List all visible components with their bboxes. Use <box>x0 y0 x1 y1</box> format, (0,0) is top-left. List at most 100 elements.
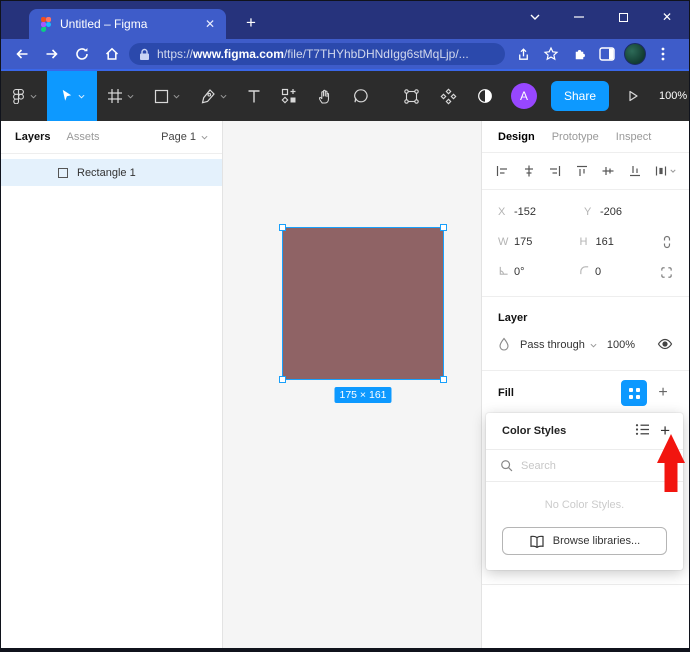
style-list-icon[interactable] <box>635 423 650 439</box>
text-icon <box>248 89 260 102</box>
corner-radius-field[interactable]: 0 <box>579 265 660 279</box>
inspector-panel: Design Prototype Inspect X -152 Y -206 W… <box>481 121 689 648</box>
visibility-eye-icon[interactable] <box>657 338 673 353</box>
book-icon <box>530 535 544 548</box>
independent-corners-icon[interactable] <box>660 266 673 279</box>
side-panel-icon[interactable] <box>593 41 621 67</box>
fill-styles-button[interactable] <box>621 380 647 406</box>
back-button[interactable] <box>7 41 37 67</box>
x-position-field[interactable]: X -152 <box>498 206 584 218</box>
browser-menu-icon[interactable] <box>649 41 677 67</box>
resize-handle-bottom-right[interactable] <box>440 376 447 383</box>
browser-profile-avatar[interactable] <box>624 43 646 65</box>
chevron-down-icon <box>590 343 597 348</box>
zoom-menu[interactable]: 100% <box>651 90 689 102</box>
color-styles-popup: Color Styles + No Color Styles. Browse <box>486 413 683 570</box>
fill-section-title: Fill <box>498 387 514 399</box>
annotation-arrow-icon <box>657 434 685 492</box>
blend-mode-select[interactable]: Pass through <box>520 339 585 351</box>
figma-main-menu[interactable] <box>1 71 47 121</box>
chevron-down-icon <box>127 94 134 99</box>
frame-tool[interactable] <box>97 71 144 121</box>
lock-icon <box>140 48 149 60</box>
extensions-icon[interactable] <box>565 41 593 67</box>
bookmark-star-icon[interactable] <box>537 41 565 67</box>
share-page-icon[interactable] <box>509 41 537 67</box>
component-icon <box>440 88 457 104</box>
search-input[interactable] <box>521 459 641 472</box>
corner-radius-icon <box>579 265 595 279</box>
address-bar[interactable]: https://www.figma.com/file/T7THYhbDHNdIg… <box>129 43 505 65</box>
layer-item-rectangle-1[interactable]: Rectangle 1 <box>1 159 222 186</box>
height-field[interactable]: H 161 <box>580 236 662 248</box>
opacity-field[interactable]: 100% <box>607 339 635 351</box>
shape-tool[interactable] <box>144 71 190 121</box>
edit-object-icon <box>404 88 419 104</box>
layers-sidebar: Layers Assets Page 1 Rectangle 1 <box>1 121 223 648</box>
resize-handle-top-left[interactable] <box>279 224 286 231</box>
resize-handle-top-right[interactable] <box>440 224 447 231</box>
move-tool[interactable] <box>47 71 97 121</box>
rotation-icon <box>498 265 514 279</box>
y-position-field[interactable]: Y -206 <box>584 206 670 218</box>
figma-toolbar: A Share 100% <box>1 71 689 121</box>
pen-tool[interactable] <box>190 71 237 121</box>
chevron-down-icon <box>78 94 85 99</box>
align-bottom-button[interactable] <box>628 164 642 178</box>
user-avatar[interactable]: A <box>511 83 537 109</box>
browser-tab[interactable]: Untitled – Figma ✕ <box>29 9 226 39</box>
present-button[interactable] <box>615 88 651 104</box>
comment-tool[interactable] <box>343 71 379 121</box>
width-field[interactable]: W 175 <box>498 236 580 248</box>
tab-search-icon[interactable] <box>513 1 557 33</box>
tab-inspect[interactable]: Inspect <box>616 131 651 143</box>
home-button[interactable] <box>97 41 127 67</box>
reload-button[interactable] <box>67 41 97 67</box>
add-fill-button[interactable]: + <box>651 380 675 406</box>
tab-close-icon[interactable]: ✕ <box>202 16 218 32</box>
page-label: Page 1 <box>161 131 196 143</box>
mask-tool[interactable] <box>467 71 503 121</box>
distribute-menu-button[interactable] <box>654 164 676 178</box>
chevron-down-icon <box>220 94 227 99</box>
tab-assets[interactable]: Assets <box>66 131 99 143</box>
resources-icon <box>281 88 296 104</box>
edit-object-tool[interactable] <box>393 71 430 121</box>
align-right-button[interactable] <box>548 164 562 178</box>
align-v-center-button[interactable] <box>601 164 615 178</box>
chevron-down-icon <box>173 94 180 99</box>
canvas-rectangle[interactable]: 175 × 161 <box>279 224 447 403</box>
align-h-center-button[interactable] <box>522 164 536 178</box>
text-tool[interactable] <box>237 71 271 121</box>
empty-styles-message: No Color Styles. <box>544 499 625 511</box>
search-icon <box>501 460 513 472</box>
rotation-field[interactable]: 0° <box>498 265 579 279</box>
share-button[interactable]: Share <box>551 81 610 111</box>
zoom-level: 100% <box>659 90 688 102</box>
hand-tool[interactable] <box>307 71 343 121</box>
constrain-proportions-icon[interactable] <box>661 235 673 249</box>
browse-libraries-button[interactable]: Browse libraries... <box>502 527 667 555</box>
browser-titlebar: Untitled – Figma ✕ + ✕ <box>1 1 689 39</box>
align-left-button[interactable] <box>495 164 509 178</box>
minimize-button[interactable] <box>557 1 601 33</box>
design-canvas[interactable]: 175 × 161 <box>223 121 481 648</box>
tab-layers[interactable]: Layers <box>15 131 50 143</box>
page-selector[interactable]: Page 1 <box>161 131 208 143</box>
tab-design[interactable]: Design <box>498 131 535 143</box>
rectangle-icon <box>154 89 169 103</box>
chevron-down-icon <box>670 169 676 173</box>
forward-button[interactable] <box>37 41 67 67</box>
cursor-icon <box>62 89 72 101</box>
align-top-button[interactable] <box>575 164 589 178</box>
resources-tool[interactable] <box>271 71 307 121</box>
resize-handle-bottom-left[interactable] <box>279 376 286 383</box>
new-tab-button[interactable]: + <box>239 11 263 35</box>
create-component-tool[interactable] <box>430 71 467 121</box>
tab-prototype[interactable]: Prototype <box>552 131 599 143</box>
maximize-button[interactable] <box>601 1 645 33</box>
selection-size-badge: 175 × 161 <box>334 387 392 403</box>
close-window-button[interactable]: ✕ <box>645 1 689 33</box>
style-search[interactable] <box>486 450 683 482</box>
mask-icon <box>478 89 492 103</box>
